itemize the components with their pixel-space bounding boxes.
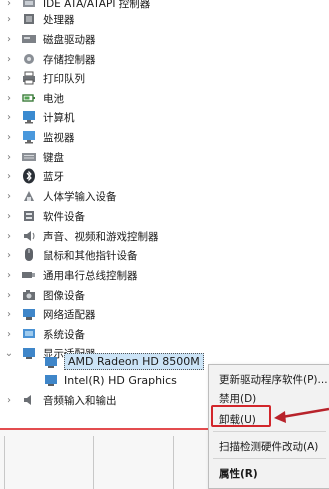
tree-node-label: 计算机 bbox=[43, 111, 75, 124]
chevron-right-icon[interactable]: › bbox=[4, 245, 14, 265]
tree-node-label: 蓝牙 bbox=[43, 170, 64, 183]
chevron-right-icon[interactable]: › bbox=[4, 29, 14, 49]
tree-node-label: 鼠标和其他指针设备 bbox=[43, 249, 138, 262]
chevron-right-icon[interactable]: › bbox=[4, 206, 14, 226]
divider bbox=[173, 436, 174, 489]
software-device-icon bbox=[21, 208, 37, 224]
menu-item-label: 扫描检测硬件改动(A) bbox=[219, 440, 319, 453]
tree-node-disk[interactable]: › 磁盘驱动器 bbox=[0, 29, 329, 49]
sound-icon bbox=[21, 228, 37, 244]
tree-node-label: 系统设备 bbox=[43, 328, 85, 341]
system-device-icon bbox=[21, 326, 37, 342]
menu-item-scan[interactable]: 扫描检测硬件改动(A) bbox=[209, 435, 329, 457]
audio-io-icon bbox=[21, 392, 37, 408]
tree-node-label: Intel(R) HD Graphics bbox=[64, 373, 177, 387]
printer-icon bbox=[21, 70, 37, 86]
tree-node-label: 软件设备 bbox=[43, 210, 85, 223]
tree-node-battery[interactable]: › 电池 bbox=[0, 88, 329, 108]
tree-node-usb[interactable]: › 通用串行总线控制器 bbox=[0, 265, 329, 285]
storage-controller-icon bbox=[21, 51, 37, 67]
chevron-right-icon[interactable]: › bbox=[4, 285, 14, 305]
tree-node-bluetooth[interactable]: › 蓝牙 bbox=[0, 166, 329, 186]
tree-node-system[interactable]: › 系统设备 bbox=[0, 324, 329, 344]
camera-icon bbox=[21, 287, 37, 303]
tree-node-label: 图像设备 bbox=[43, 289, 85, 302]
tree-node-mouse[interactable]: › 鼠标和其他指针设备 bbox=[0, 245, 329, 265]
tree-node-sound[interactable]: › 声音、视频和游戏控制器 bbox=[0, 226, 329, 246]
mouse-icon bbox=[21, 247, 37, 263]
hid-icon bbox=[21, 188, 37, 204]
battery-icon bbox=[21, 90, 37, 106]
tree-node-print-queue[interactable]: › 打印队列 bbox=[0, 68, 329, 88]
tree-node-label: 音频输入和输出 bbox=[43, 394, 117, 407]
chevron-right-icon[interactable]: › bbox=[4, 226, 14, 246]
network-adapter-icon bbox=[21, 306, 37, 322]
tree-node-label: 人体学输入设备 bbox=[43, 190, 117, 203]
divider bbox=[4, 436, 5, 489]
tree-node-label: 磁盘驱动器 bbox=[43, 33, 96, 46]
chevron-right-icon[interactable]: › bbox=[4, 147, 14, 167]
tree-node-software[interactable]: › 软件设备 bbox=[0, 206, 329, 226]
computer-icon bbox=[21, 109, 37, 125]
display-adapter-icon bbox=[43, 354, 59, 370]
uninstall-highlight-box bbox=[211, 405, 271, 427]
menu-separator bbox=[213, 458, 326, 459]
chevron-right-icon[interactable]: › bbox=[4, 88, 14, 108]
taskbar-strip bbox=[0, 428, 210, 489]
tree-node-label: 监视器 bbox=[43, 131, 75, 144]
tree-node-imaging[interactable]: › 图像设备 bbox=[0, 285, 329, 305]
chevron-right-icon[interactable]: › bbox=[4, 166, 14, 186]
tree-node-label: 处理器 bbox=[43, 13, 75, 26]
chevron-right-icon[interactable]: › bbox=[4, 186, 14, 206]
usb-icon bbox=[21, 267, 37, 283]
tree-node-storage[interactable]: › 存储控制器 bbox=[0, 49, 329, 69]
disk-drive-icon bbox=[21, 31, 37, 47]
tree-node-label: 打印队列 bbox=[43, 72, 85, 85]
chevron-right-icon[interactable]: › bbox=[4, 390, 14, 410]
chevron-right-icon[interactable]: › bbox=[4, 9, 14, 29]
chevron-right-icon[interactable]: › bbox=[4, 68, 14, 88]
tree-node-hid[interactable]: › 人体学输入设备 bbox=[0, 186, 329, 206]
bluetooth-icon bbox=[21, 168, 37, 184]
tree-node-processor[interactable]: › 处理器 bbox=[0, 9, 329, 29]
menu-separator bbox=[213, 431, 326, 432]
chevron-right-icon[interactable]: › bbox=[4, 127, 14, 147]
menu-item-label: 属性(R) bbox=[219, 467, 258, 480]
tree-node-label: 网络适配器 bbox=[43, 308, 96, 321]
menu-item-label: 更新驱动程序软件(P)... bbox=[219, 373, 328, 386]
chevron-right-icon[interactable]: › bbox=[4, 304, 14, 324]
chevron-right-icon[interactable]: › bbox=[4, 324, 14, 344]
chevron-right-icon[interactable]: › bbox=[4, 49, 14, 69]
tree-node-label: 电池 bbox=[43, 92, 64, 105]
tree-node-label: 声音、视频和游戏控制器 bbox=[43, 230, 159, 243]
tree-node-network[interactable]: › 网络适配器 bbox=[0, 304, 329, 324]
tree-node-keyboard[interactable]: › 键盘 bbox=[0, 147, 329, 167]
menu-item-properties[interactable]: 属性(R) bbox=[209, 462, 329, 484]
tree-node-label: 键盘 bbox=[43, 151, 64, 164]
chevron-right-icon[interactable]: › bbox=[4, 265, 14, 285]
tree-node-label: 存储控制器 bbox=[43, 53, 96, 66]
monitor-icon bbox=[21, 129, 37, 145]
keyboard-icon bbox=[21, 149, 37, 165]
menu-item-label: 禁用(D) bbox=[219, 392, 257, 405]
tree-node-label: AMD Radeon HD 8500M bbox=[64, 353, 204, 370]
tree-node-monitor[interactable]: › 监视器 bbox=[0, 127, 329, 147]
chevron-right-icon[interactable]: › bbox=[4, 107, 14, 127]
processor-icon bbox=[21, 11, 37, 27]
divider bbox=[93, 436, 94, 489]
display-adapter-icon bbox=[43, 372, 59, 388]
tree-node-label: 通用串行总线控制器 bbox=[43, 269, 138, 282]
arrow-left-icon bbox=[274, 407, 329, 423]
tree-node-computer[interactable]: › 计算机 bbox=[0, 107, 329, 127]
